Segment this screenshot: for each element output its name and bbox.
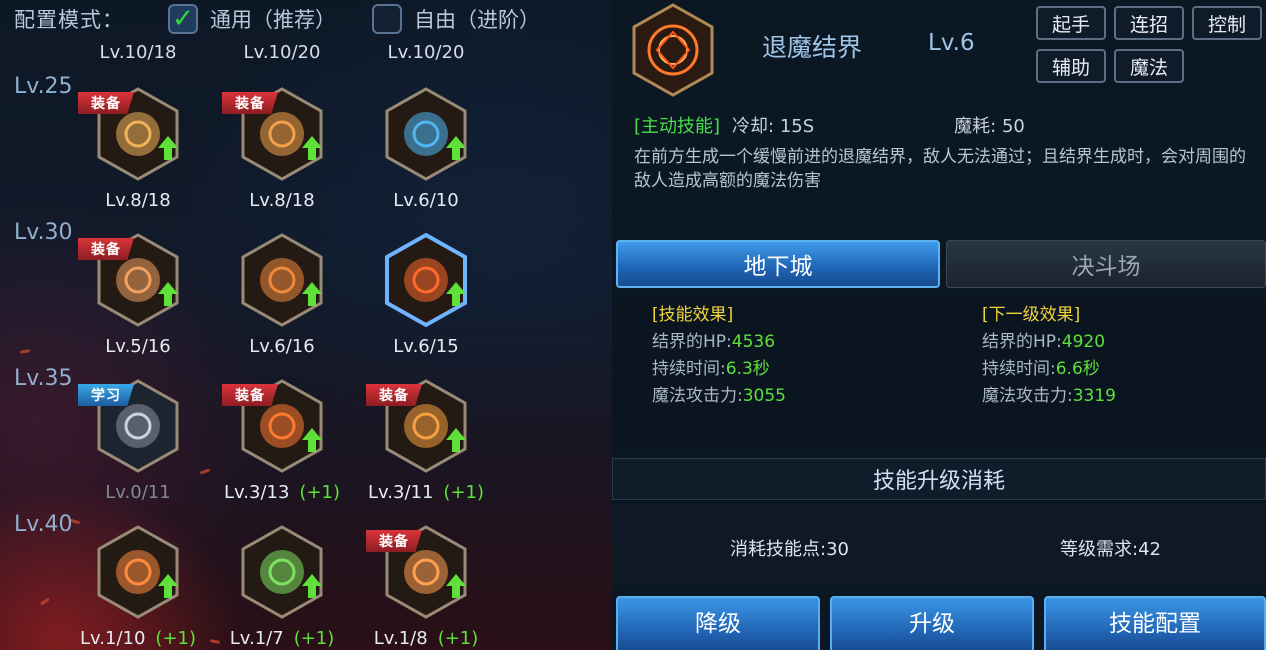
skill-level-text: Lv.6/16 [249, 336, 315, 357]
upgrade-button[interactable]: 升级 [830, 596, 1034, 650]
skill-level-text: Lv.1/7 (+1) [229, 628, 335, 649]
skill-level-text: Lv.8/18 [249, 190, 315, 211]
effect-row: 结界的HP:4920 [982, 332, 1106, 352]
skill-slot[interactable]: 装备 Lv.1/8 (+1) [366, 524, 486, 650]
ember-decoration [40, 597, 50, 606]
cooldown-text: 冷却: 15S [732, 116, 815, 137]
equip-badge: 装备 [78, 92, 134, 114]
skill-level: Lv.6 [928, 30, 975, 56]
effect-row: 持续时间:6.6秒 [982, 359, 1100, 379]
swirl-skill-icon [95, 524, 181, 620]
effect-row: 结界的HP:4536 [652, 332, 776, 352]
equip-badge: 装备 [366, 384, 422, 406]
bonus-level: (+1) [437, 628, 479, 649]
current-effects: [技能效果] 结界的HP:4536 持续时间:6.3秒 魔法攻击力:3055 [652, 302, 786, 410]
config-mode-row: 配置模式： ✓ 通用（推荐） 自由（进阶） [14, 4, 576, 34]
bonus-level: (+1) [443, 482, 485, 503]
equip-badge: 装备 [78, 238, 134, 260]
free-checkbox[interactable] [372, 4, 402, 34]
general-checkbox[interactable]: ✓ [168, 4, 198, 34]
skill-tree-panel: 配置模式： ✓ 通用（推荐） 自由（进阶） Lv.10/18 Lv.10/20 … [0, 0, 612, 650]
skill-slot[interactable]: 装备 Lv.8/18 [222, 86, 342, 236]
skill-level-text: Lv.6/10 [393, 190, 459, 211]
skill-slot[interactable]: Lv.6/15 [366, 232, 486, 382]
skill-slot[interactable]: 装备 Lv.3/11 (+1) [366, 378, 486, 528]
bonus-level: (+1) [299, 482, 341, 503]
skill-level-text: Lv.0/11 [105, 482, 171, 503]
config-free-option[interactable]: 自由（进阶） [372, 4, 540, 34]
skill-slot[interactable]: 装备 Lv.5/16 [78, 232, 198, 382]
effect-row: 魔法攻击力:3319 [982, 386, 1116, 406]
skill-config-button[interactable]: 技能配置 [1044, 596, 1266, 650]
skill-point-cost: 消耗技能点:30 [730, 539, 849, 560]
skill-level-text: Lv.1/8 (+1) [373, 628, 479, 649]
next-effects: [下一级效果] 结界的HP:4920 持续时间:6.6秒 魔法攻击力:3319 [982, 302, 1116, 410]
skill-slot[interactable]: Lv.6/16 [222, 232, 342, 382]
bonus-level: (+1) [155, 628, 197, 649]
ember-decoration [209, 639, 221, 644]
tab-arena[interactable]: 决斗场 [946, 240, 1266, 288]
tier-level-label: Lv.30 [14, 220, 73, 245]
tag-support-button[interactable]: 辅助 [1036, 49, 1106, 83]
current-effects-title: [技能效果] [652, 305, 734, 325]
skill-slot[interactable]: Lv.6/10 [366, 86, 486, 236]
skill-level-text: Lv.6/15 [393, 336, 459, 357]
general-option-label: 通用（推荐） [210, 8, 336, 32]
tag-opener-button[interactable]: 起手 [1036, 6, 1106, 40]
seal-skill-icon [383, 232, 469, 328]
skill-slot[interactable]: Lv.1/7 (+1) [222, 524, 342, 650]
skill-level-text: Lv.3/13 (+1) [223, 482, 341, 503]
effects-panel: [技能效果] 结界的HP:4536 持续时间:6.3秒 魔法攻击力:3055 [… [612, 300, 1266, 450]
skill-slot[interactable]: 装备 Lv.3/13 (+1) [222, 378, 342, 528]
skill-description: 在前方生成一个缓慢前进的退魔结界，敌人无法通过；且结界生成时，会对周围的敌人造成… [634, 147, 1246, 191]
tier-level-label: Lv.25 [14, 74, 73, 99]
top-skill-level: Lv.10/20 [387, 42, 465, 63]
skill-level-text: Lv.1/10 (+1) [79, 628, 197, 649]
equip-badge: 装备 [222, 384, 278, 406]
tag-magic-button[interactable]: 魔法 [1114, 49, 1184, 83]
seal-skill-icon [630, 2, 716, 98]
tier-level-label: Lv.40 [14, 512, 73, 537]
skill-slot[interactable]: 学习 Lv.0/11 [78, 378, 198, 528]
active-skill-label: [主动技能] [634, 116, 721, 137]
upgrade-cost-header: 技能升级消耗 [612, 458, 1266, 500]
top-skill-level: Lv.10/20 [243, 42, 321, 63]
skill-slot[interactable]: Lv.1/10 (+1) [78, 524, 198, 650]
next-effects-title: [下一级效果] [982, 305, 1081, 325]
mode-tabs: 地下城 决斗场 [616, 240, 1266, 288]
learn-badge: 学习 [78, 384, 134, 406]
top-skill-level: Lv.10/18 [99, 42, 177, 63]
ember-decoration [199, 468, 211, 475]
skill-level-text: Lv.8/18 [105, 190, 171, 211]
config-general-option[interactable]: ✓ 通用（推荐） [168, 4, 336, 34]
skill-detail-panel: 退魔结界 Lv.6 起手 连招 控制 辅助 魔法 [主动技能] 冷却: 15S … [612, 0, 1266, 650]
effect-row: 持续时间:6.3秒 [652, 359, 770, 379]
skill-slot[interactable]: 装备 Lv.8/18 [78, 86, 198, 236]
whirlwind-skill-icon [239, 232, 325, 328]
equip-badge: 装备 [366, 530, 422, 552]
skill-level-text: Lv.3/11 (+1) [367, 482, 485, 503]
skill-name: 退魔结界 [762, 33, 863, 62]
tab-dungeon[interactable]: 地下城 [616, 240, 940, 288]
skill-stats-line: [主动技能] 冷却: 15S 魔耗: 50 [634, 112, 1025, 138]
bonus-level: (+1) [293, 628, 335, 649]
effect-row: 魔法攻击力:3055 [652, 386, 786, 406]
figure-skill-icon [383, 86, 469, 182]
bird-skill-icon [239, 524, 325, 620]
config-mode-label: 配置模式： [14, 8, 124, 32]
tag-combo-button[interactable]: 连招 [1114, 6, 1184, 40]
free-option-label: 自由（进阶） [414, 8, 540, 32]
skill-level-text: Lv.5/16 [105, 336, 171, 357]
tag-control-button[interactable]: 控制 [1192, 6, 1262, 40]
tier-level-label: Lv.35 [14, 366, 73, 391]
check-icon: ✓ [172, 4, 194, 34]
mana-cost-text: 魔耗: 50 [954, 116, 1025, 137]
level-requirement: 等级需求:42 [1060, 539, 1161, 560]
upgrade-cost-row: 消耗技能点:30 等级需求:42 [612, 505, 1266, 585]
ember-decoration [19, 349, 31, 354]
downgrade-button[interactable]: 降级 [616, 596, 820, 650]
equip-badge: 装备 [222, 92, 278, 114]
